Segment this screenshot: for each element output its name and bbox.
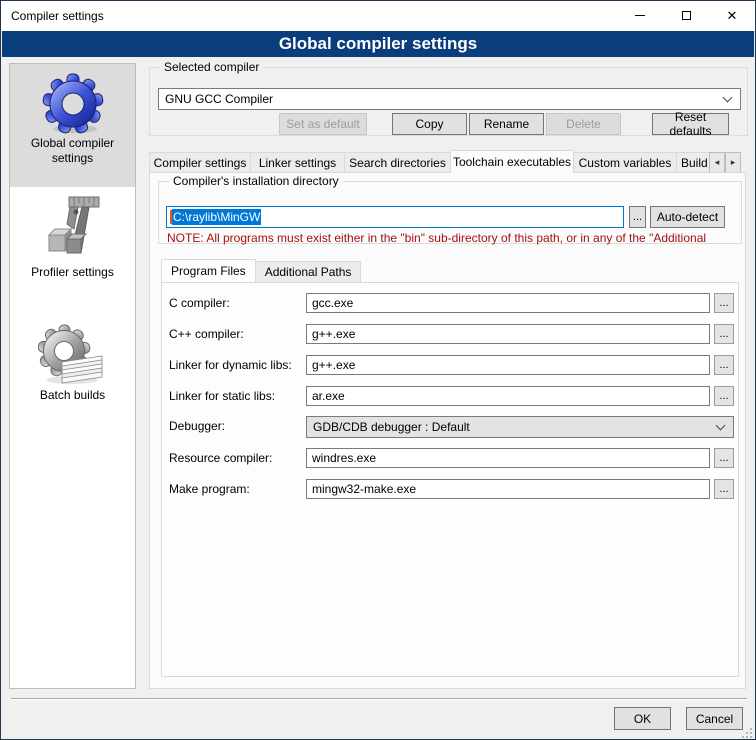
delete-button[interactable]: Delete: [546, 113, 621, 135]
ok-button[interactable]: OK: [614, 707, 671, 730]
caliper-blocks-icon: [41, 193, 105, 265]
sidebar-item-global-compiler-settings[interactable]: Global compiler settings: [10, 64, 135, 187]
rename-button[interactable]: Rename: [469, 113, 544, 135]
installation-directory-legend: Compiler's installation directory: [169, 174, 343, 188]
compiler-select[interactable]: GNU GCC Compiler: [158, 88, 741, 110]
tab-program-files[interactable]: Program Files: [161, 259, 256, 282]
blue-gear-icon: [41, 72, 105, 136]
sidebar-item-label: Global compiler settings: [10, 136, 135, 166]
sidebar-item-profiler-settings[interactable]: Profiler settings: [10, 191, 135, 298]
selected-compiler-group: Selected compiler GNU GCC Compiler Set a…: [149, 67, 748, 136]
tab-scroll-left-button[interactable]: ◂: [709, 152, 725, 173]
linker-static-browse-button[interactable]: ...: [714, 386, 734, 406]
debugger-row: Debugger: GDB/CDB debugger : Default: [162, 416, 738, 438]
resource-compiler-row: Resource compiler: ...: [162, 448, 738, 470]
chevron-down-icon: [723, 93, 733, 103]
close-button[interactable]: ✕: [709, 1, 755, 30]
set-as-default-button[interactable]: Set as default: [279, 113, 367, 135]
make-program-row: Make program: ...: [162, 479, 738, 501]
make-program-input[interactable]: [306, 479, 710, 499]
c-compiler-browse-button[interactable]: ...: [714, 293, 734, 313]
tab-toolchain-executables[interactable]: Toolchain executables: [450, 150, 574, 173]
resource-compiler-browse-button[interactable]: ...: [714, 448, 734, 468]
maximize-icon: [682, 11, 691, 20]
installation-directory-input[interactable]: C:\raylib\MinGW: [166, 206, 624, 228]
settings-tab-bar: Compiler settings Linker settings Search…: [149, 151, 741, 173]
debugger-label: Debugger:: [169, 416, 225, 436]
resource-compiler-label: Resource compiler:: [169, 448, 272, 468]
note-text: NOTE: All programs must exist either in …: [167, 231, 741, 245]
linker-dynamic-input[interactable]: [306, 355, 710, 375]
tab-linker-settings[interactable]: Linker settings: [250, 152, 345, 173]
c-compiler-label: C compiler:: [169, 293, 230, 313]
cpp-compiler-row: C++ compiler: ...: [162, 324, 738, 346]
cpp-compiler-label: C++ compiler:: [169, 324, 244, 344]
maximize-button[interactable]: [663, 1, 709, 30]
dialog-body: Global compiler settings Profiler settin…: [1, 57, 755, 740]
tab-build-options[interactable]: Build: [676, 152, 710, 173]
tab-compiler-settings[interactable]: Compiler settings: [149, 152, 251, 173]
copy-button[interactable]: Copy: [392, 113, 467, 135]
make-program-label: Make program:: [169, 479, 250, 499]
minimize-button[interactable]: [617, 1, 663, 30]
linker-dynamic-row: Linker for dynamic libs: ...: [162, 355, 738, 377]
cpp-compiler-browse-button[interactable]: ...: [714, 324, 734, 344]
linker-dynamic-label: Linker for dynamic libs:: [169, 355, 292, 375]
sidebar-item-label: Batch builds: [34, 388, 111, 403]
compiler-settings-dialog: Compiler settings ✕ Global compiler sett…: [0, 0, 756, 740]
linker-dynamic-browse-button[interactable]: ...: [714, 355, 734, 375]
auto-detect-button[interactable]: Auto-detect: [650, 206, 725, 228]
reset-defaults-button[interactable]: Reset defaults: [652, 113, 729, 135]
linker-static-input[interactable]: [306, 386, 710, 406]
selected-compiler-legend: Selected compiler: [160, 60, 263, 74]
compiler-select-value: GNU GCC Compiler: [159, 92, 724, 106]
sidebar-item-batch-builds[interactable]: Batch builds: [10, 324, 135, 416]
make-program-browse-button[interactable]: ...: [714, 479, 734, 499]
debugger-select[interactable]: GDB/CDB debugger : Default: [306, 416, 734, 438]
installation-directory-value: C:\raylib\MinGW: [172, 209, 261, 225]
close-icon: ✕: [727, 9, 738, 22]
sidebar-item-label: Profiler settings: [25, 265, 120, 280]
program-files-tab-bar: Program Files Additional Paths: [161, 260, 360, 282]
resource-compiler-input[interactable]: [306, 448, 710, 468]
cancel-button[interactable]: Cancel: [686, 707, 743, 730]
sidebar: Global compiler settings Profiler settin…: [9, 63, 136, 689]
title-bar: Compiler settings ✕: [1, 1, 755, 31]
gray-gear-stack-icon: [38, 324, 108, 388]
cpp-compiler-input[interactable]: [306, 324, 710, 344]
window-title: Compiler settings: [11, 9, 104, 23]
minimize-icon: [635, 15, 645, 16]
resize-grip[interactable]: [742, 728, 752, 738]
debugger-select-value: GDB/CDB debugger : Default: [307, 420, 717, 434]
toolchain-executables-page: Compiler's installation directory C:\ray…: [149, 172, 746, 689]
dialog-banner: Global compiler settings: [2, 31, 754, 57]
tab-search-directories[interactable]: Search directories: [344, 152, 451, 173]
footer-separator: [11, 698, 747, 700]
browse-directory-button[interactable]: ...: [629, 206, 646, 228]
tab-additional-paths[interactable]: Additional Paths: [255, 261, 362, 282]
linker-static-row: Linker for static libs: ...: [162, 386, 738, 408]
program-files-page: C compiler: ... C++ compiler: ... Linker…: [161, 282, 739, 677]
tab-custom-variables[interactable]: Custom variables: [573, 152, 677, 173]
c-compiler-row: C compiler: ...: [162, 293, 738, 315]
c-compiler-input[interactable]: [306, 293, 710, 313]
linker-static-label: Linker for static libs:: [169, 386, 275, 406]
installation-directory-group: Compiler's installation directory C:\ray…: [158, 181, 742, 244]
tab-scroll-right-button[interactable]: ▸: [725, 152, 741, 173]
chevron-down-icon: [716, 421, 726, 431]
